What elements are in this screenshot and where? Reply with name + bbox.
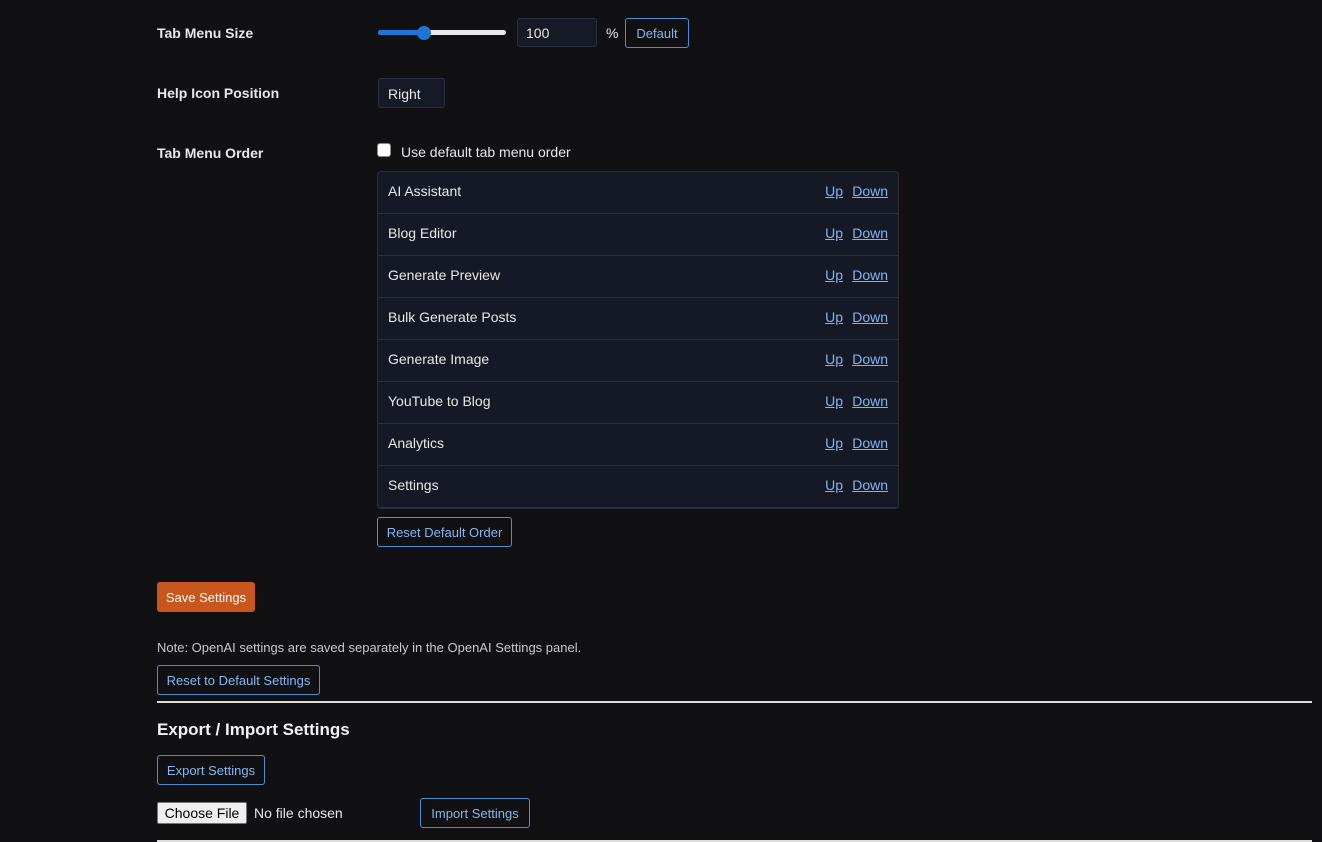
move-up-link[interactable]: Up <box>825 309 843 325</box>
import-settings-button[interactable]: Import Settings <box>420 798 530 828</box>
move-down-link[interactable]: Down <box>852 225 888 241</box>
list-item: Bulk Generate Posts Up Down <box>378 298 898 340</box>
section-divider <box>157 701 1312 703</box>
tab-order-name: Generate Image <box>388 351 490 367</box>
help-icon-position-select[interactable]: Right <box>378 78 445 108</box>
settings-page: Tab Menu Size 100 % Default Help Icon Po… <box>0 0 1322 842</box>
openai-note: Note: OpenAI settings are saved separate… <box>157 640 582 655</box>
list-item: YouTube to Blog Up Down <box>378 382 898 424</box>
move-up-link[interactable]: Up <box>825 393 843 409</box>
move-up-link[interactable]: Up <box>825 225 843 241</box>
list-item: Generate Image Up Down <box>378 340 898 382</box>
move-down-link[interactable]: Down <box>852 351 888 367</box>
move-down-link[interactable]: Down <box>852 267 888 283</box>
list-item: Blog Editor Up Down <box>378 214 898 256</box>
percent-unit: % <box>606 25 619 41</box>
tab-menu-size-label: Tab Menu Size <box>157 25 254 41</box>
save-settings-button[interactable]: Save Settings <box>157 582 255 612</box>
move-up-link[interactable]: Up <box>825 351 843 367</box>
reset-default-settings-button[interactable]: Reset to Default Settings <box>157 665 320 695</box>
tab-order-name: Generate Preview <box>388 267 501 283</box>
tab-order-name: AI Assistant <box>388 183 462 199</box>
default-order-checkbox[interactable] <box>377 143 391 157</box>
move-up-link[interactable]: Up <box>825 267 843 283</box>
move-up-link[interactable]: Up <box>825 477 843 493</box>
help-icon-position-label: Help Icon Position <box>157 85 280 101</box>
reset-default-order-button[interactable]: Reset Default Order <box>377 517 512 547</box>
move-up-link[interactable]: Up <box>825 435 843 451</box>
choose-file-button[interactable]: Choose File <box>157 802 247 824</box>
slider-thumb[interactable] <box>417 26 432 40</box>
move-down-link[interactable]: Down <box>852 183 888 199</box>
default-size-button[interactable]: Default <box>625 18 689 48</box>
tab-menu-order-label: Tab Menu Order <box>157 145 264 161</box>
move-down-link[interactable]: Down <box>852 435 888 451</box>
list-item: Analytics Up Down <box>378 424 898 466</box>
export-import-title: Export / Import Settings <box>157 720 350 739</box>
move-down-link[interactable]: Down <box>852 393 888 409</box>
tab-order-name: Analytics <box>388 435 445 451</box>
tab-order-name: YouTube to Blog <box>388 393 491 409</box>
export-settings-button[interactable]: Export Settings <box>157 755 265 785</box>
tab-order-name: Blog Editor <box>388 225 457 241</box>
default-order-checkbox-label: Use default tab menu order <box>401 144 571 160</box>
move-down-link[interactable]: Down <box>852 477 888 493</box>
list-item: Settings Up Down <box>378 466 898 508</box>
tab-menu-size-input[interactable]: 100 <box>517 18 597 47</box>
tab-order-name: Settings <box>388 477 439 493</box>
list-item: Generate Preview Up Down <box>378 256 898 298</box>
tab-order-list: AI Assistant Up Down Blog Editor Up Down… <box>377 171 899 509</box>
file-status: No file chosen <box>254 805 343 821</box>
move-down-link[interactable]: Down <box>852 309 888 325</box>
tab-menu-size-slider[interactable] <box>378 25 506 41</box>
tab-order-name: Bulk Generate Posts <box>388 309 517 325</box>
move-up-link[interactable]: Up <box>825 183 843 199</box>
list-item: AI Assistant Up Down <box>378 172 898 214</box>
